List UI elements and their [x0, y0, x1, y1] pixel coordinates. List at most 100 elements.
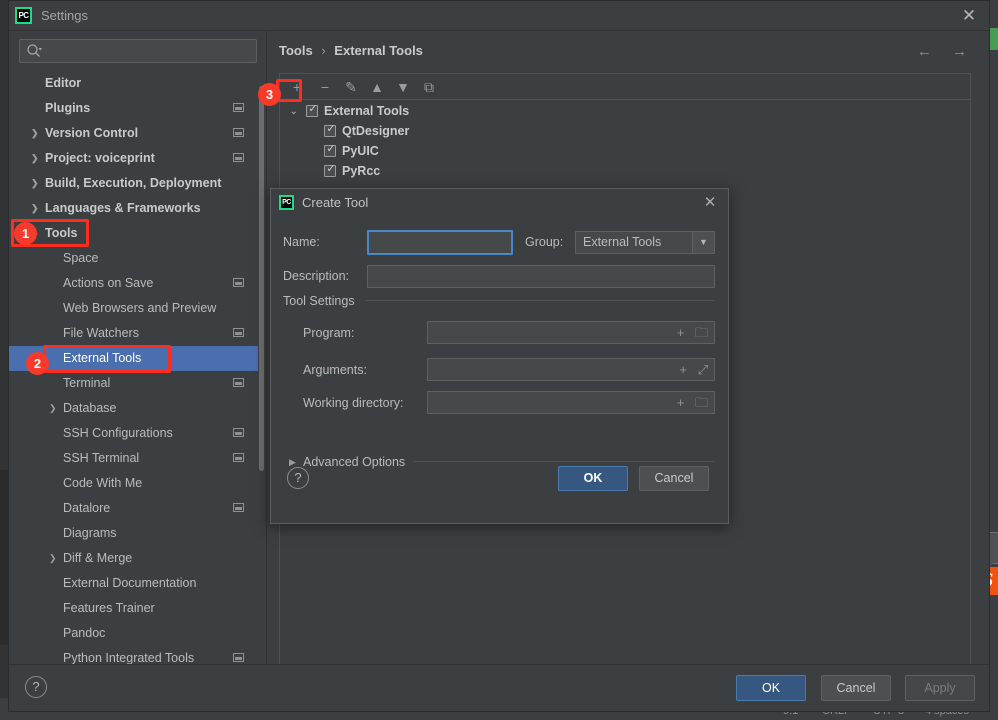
breadcrumb-parent[interactable]: Tools — [279, 43, 313, 58]
chevron-down-icon[interactable]: ▼ — [692, 232, 714, 253]
sidebar-item-label: Code With Me — [63, 476, 143, 490]
add-tool-button[interactable]: + — [286, 76, 308, 98]
tool-tree-item-pyrcc[interactable]: PyRcc — [280, 161, 970, 181]
tool-tree-item-qtdesigner[interactable]: QtDesigner — [280, 121, 970, 141]
ok-button[interactable]: OK — [736, 675, 806, 701]
breadcrumb-current: External Tools — [334, 43, 423, 58]
checkbox[interactable] — [324, 141, 337, 157]
dialog-ok-button[interactable]: OK — [558, 466, 628, 491]
help-button[interactable]: ? — [25, 676, 47, 698]
close-icon[interactable]: ✕ — [957, 5, 981, 27]
sidebar-item-diagrams[interactable]: Diagrams — [9, 521, 258, 546]
sidebar-item-editor[interactable]: Editor — [9, 71, 258, 96]
sidebar-item-label: Version Control — [45, 126, 139, 140]
sidebar-item-actions-on-save[interactable]: Actions on Save — [9, 271, 258, 296]
section-divider — [365, 300, 715, 301]
advanced-options-label[interactable]: Advanced Options — [303, 454, 405, 470]
move-up-button[interactable]: ▲ — [366, 76, 388, 98]
checkbox[interactable] — [324, 161, 337, 177]
group-label: Group: — [525, 235, 564, 249]
modified-badge-icon — [233, 278, 244, 287]
chevron-right-icon[interactable]: ❯ — [31, 171, 43, 196]
search-box[interactable] — [19, 39, 257, 63]
browse-folder-icon[interactable]: 🗀 — [695, 322, 708, 343]
close-icon[interactable]: ✕ — [700, 193, 720, 213]
expand-editor-icon[interactable]: ⤢ — [698, 359, 708, 380]
sidebar-item-languages-frameworks[interactable]: ❯ Languages & Frameworks — [9, 196, 258, 221]
chevron-right-icon[interactable]: ❯ — [31, 196, 43, 221]
sidebar-item-web-browsers-and-preview[interactable]: Web Browsers and Preview — [9, 296, 258, 321]
chevron-right-icon[interactable]: ❯ — [49, 546, 61, 571]
tool-tree-root-label: External Tools — [324, 104, 410, 118]
copy-tool-button[interactable]: ⧉ — [418, 76, 440, 98]
search-input[interactable] — [48, 40, 253, 62]
create-tool-dialog: PC Create Tool ✕ Name: Group: External T… — [270, 188, 729, 524]
cancel-button[interactable]: Cancel — [821, 675, 891, 701]
sidebar-scrollbar[interactable] — [259, 86, 264, 471]
checkbox[interactable] — [324, 121, 337, 137]
sidebar-item-build-execution-deployment[interactable]: ❯ Build, Execution, Deployment — [9, 171, 258, 196]
sidebar-item-datalore[interactable]: Datalore — [9, 496, 258, 521]
sidebar-item-file-watchers[interactable]: File Watchers — [9, 321, 258, 346]
forward-arrow-icon[interactable]: → — [952, 43, 967, 60]
sidebar-item-plugins[interactable]: Plugins — [9, 96, 258, 121]
modified-badge-icon — [233, 453, 244, 462]
tool-tree-item-label: PyUIC — [342, 144, 379, 158]
working-directory-field[interactable]: + 🗀 — [427, 391, 715, 414]
modified-badge-icon — [233, 503, 244, 512]
insert-macro-icon[interactable]: + — [677, 392, 685, 413]
sidebar-item-label: Pandoc — [63, 626, 106, 640]
tool-settings-section-label: Tool Settings — [283, 294, 355, 308]
sidebar-item-label: Build, Execution, Deployment — [45, 176, 222, 190]
sidebar-item-ssh-configurations[interactable]: SSH Configurations — [9, 421, 258, 446]
dialog-cancel-button[interactable]: Cancel — [639, 466, 709, 491]
settings-sidebar: Editor Plugins ❯ Version Control ❯ Project: v… — [9, 31, 267, 711]
sidebar-item-label: Actions on Save — [63, 276, 154, 290]
chevron-right-icon[interactable]: ❯ — [49, 396, 61, 421]
annotation-number-2: 2 — [26, 352, 49, 375]
chevron-right-icon[interactable]: ❯ — [31, 121, 43, 146]
sidebar-item-label: Web Browsers and Preview — [63, 301, 217, 315]
sidebar-item-label: SSH Terminal — [63, 451, 140, 465]
tool-tree-item-pyuic[interactable]: PyUIC — [280, 141, 970, 161]
chevron-down-icon[interactable]: ⌄ — [290, 101, 302, 121]
annotation-number-1: 1 — [14, 222, 37, 245]
insert-macro-icon[interactable]: + — [679, 359, 687, 380]
arguments-field[interactable]: + ⤢ — [427, 358, 715, 381]
sidebar-item-label: Diff & Merge — [63, 551, 133, 565]
group-dropdown[interactable]: External Tools ▼ — [575, 231, 715, 254]
annotation-number-3: 3 — [258, 83, 281, 106]
chevron-right-icon[interactable]: ❯ — [31, 146, 43, 171]
sidebar-item-tools[interactable]: ❯Tools — [9, 221, 258, 246]
sidebar-item-space[interactable]: Space — [9, 246, 258, 271]
edit-tool-button[interactable]: ✎ — [340, 76, 362, 98]
sidebar-item-terminal[interactable]: Terminal — [9, 371, 258, 396]
modified-badge-icon — [233, 103, 244, 112]
sidebar-item-pandoc[interactable]: Pandoc — [9, 621, 258, 646]
sidebar-item-database[interactable]: ❯ Database — [9, 396, 258, 421]
group-selected-value: External Tools — [583, 235, 662, 249]
pycharm-logo-icon: PC — [279, 195, 294, 210]
remove-tool-button[interactable]: − — [314, 76, 336, 98]
checkbox[interactable] — [306, 101, 319, 117]
description-input[interactable] — [367, 265, 715, 288]
dialog-help-button[interactable]: ? — [287, 467, 309, 489]
sidebar-item-project-voiceprint[interactable]: ❯ Project: voiceprint — [9, 146, 258, 171]
move-down-button[interactable]: ▼ — [392, 76, 414, 98]
sidebar-item-version-control[interactable]: ❯ Version Control — [9, 121, 258, 146]
sidebar-item-external-documentation[interactable]: External Documentation — [9, 571, 258, 596]
sidebar-item-label: Diagrams — [63, 526, 117, 540]
insert-macro-icon[interactable]: + — [677, 322, 685, 343]
sidebar-item-ssh-terminal[interactable]: SSH Terminal — [9, 446, 258, 471]
sidebar-item-code-with-me[interactable]: Code With Me — [9, 471, 258, 496]
working-directory-field-icons: + 🗀 — [670, 392, 708, 413]
tool-tree-root-row[interactable]: ⌄ External Tools — [280, 101, 970, 121]
sidebar-item-features-trainer[interactable]: Features Trainer — [9, 596, 258, 621]
sidebar-item-diff-merge[interactable]: ❯ Diff & Merge — [9, 546, 258, 571]
settings-category-tree[interactable]: Editor Plugins ❯ Version Control ❯ Project: v… — [9, 71, 258, 711]
name-input[interactable] — [367, 230, 513, 255]
browse-folder-icon[interactable]: 🗀 — [695, 392, 708, 413]
sidebar-item-label: External Documentation — [63, 576, 197, 590]
program-field[interactable]: + 🗀 — [427, 321, 715, 344]
back-arrow-icon[interactable]: ← — [917, 43, 932, 60]
